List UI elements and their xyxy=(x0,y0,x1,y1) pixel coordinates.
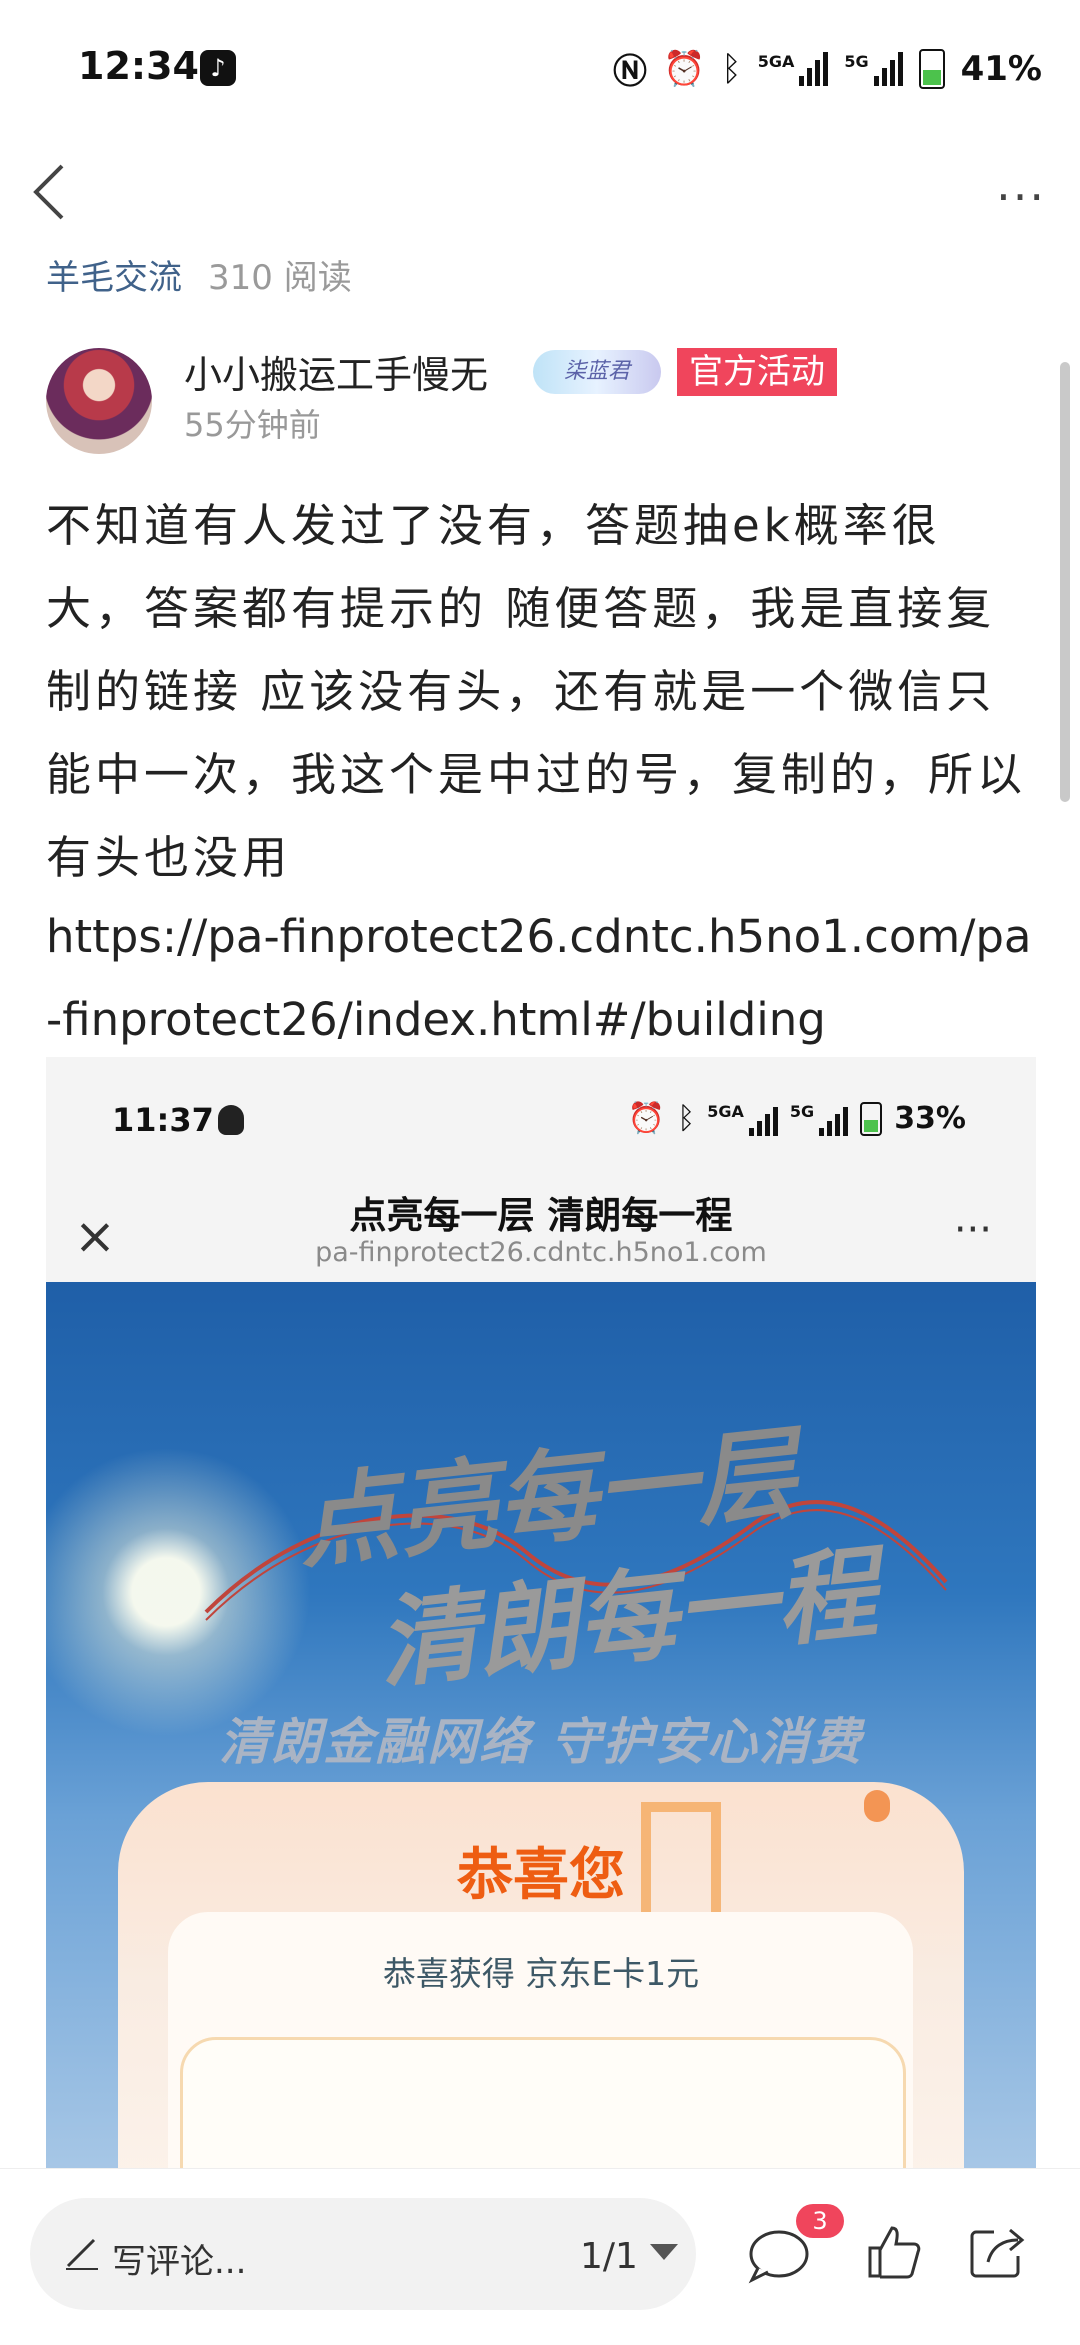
battery-icon xyxy=(918,48,945,89)
balloon-icon xyxy=(864,1790,890,1822)
prize-card-title: 恭喜您 xyxy=(457,1843,625,1908)
post-time: 55分钟前 xyxy=(184,406,321,444)
comment-count-badge: 3 xyxy=(796,2204,844,2238)
signal-icon: 5GA xyxy=(707,1102,778,1136)
alarm-icon: ⏰ xyxy=(662,48,706,89)
post-body: 不知道有人发过了没有，答题抽ek概率很大，答案都有提示的 随便答题，我是直接复制… xyxy=(46,499,1027,884)
embedded-screenshot[interactable]: 11:37 ⏰ ᛒ 5GA 5G 33% × 点亮每一层 清朗每一程 pa-fi… xyxy=(46,1057,1036,2170)
caret-down-icon[interactable] xyxy=(650,2244,678,2260)
comment-placeholder[interactable]: 写评论... xyxy=(112,2234,246,2283)
embedded-time: 11:37 xyxy=(112,1101,214,1139)
embedded-hero: 点亮每一层 清朗每一程 清朗金融网络 守护安心消费 恭喜您 恭喜获得 京东E卡1… xyxy=(46,1282,1036,2170)
more-options-icon[interactable]: ··· xyxy=(996,170,1046,224)
pen-icon xyxy=(66,2238,98,2270)
embedded-status-icons: ⏰ ᛒ 5GA 5G 33% xyxy=(628,1101,966,1136)
channel-link[interactable]: 羊毛交流 xyxy=(46,258,182,292)
official-activity-tag: 官方活动 xyxy=(677,348,837,396)
embedded-url: pa-finprotect26.cdntc.h5no1.com xyxy=(315,1237,767,1268)
network-label: 5GA xyxy=(707,1101,744,1121)
tiktok-icon: ♪ xyxy=(200,50,236,86)
thumbs-up-icon[interactable] xyxy=(866,2222,922,2282)
status-icons: Ⓝ ⏰ ᛒ 5GA 5G 41% xyxy=(613,44,1042,93)
battery-icon xyxy=(860,1101,883,1136)
alarm-icon: ⏰ xyxy=(627,1101,666,1136)
embedded-status-bar: 11:37 ⏰ ᛒ 5GA 5G 33% xyxy=(46,1057,1036,1177)
share-icon[interactable] xyxy=(968,2224,1026,2280)
bluetooth-icon: ᛒ xyxy=(721,48,742,89)
signal-icon: 5G xyxy=(789,1101,849,1136)
post-link[interactable]: https://pa-finprotect26.cdntc.h5no1.com/… xyxy=(46,895,1038,1061)
network-label: 5G xyxy=(789,1101,815,1121)
embedded-battery-percent: 33% xyxy=(894,1101,966,1136)
nfc-icon: Ⓝ xyxy=(612,52,647,92)
author-badge: 柒蓝君 xyxy=(533,350,661,394)
qq-icon xyxy=(218,1105,244,1135)
signal-icon: 5GA xyxy=(757,51,829,86)
more-icon: ··· xyxy=(953,1207,992,1253)
network-label: 5G xyxy=(844,51,869,71)
embedded-page-title: 点亮每一层 清朗每一程 xyxy=(349,1194,733,1237)
author-name[interactable]: 小小搬运工手慢无 xyxy=(184,344,488,399)
hero-subtitle: 清朗金融网络 守护安心消费 xyxy=(219,1713,863,1771)
status-time: 12:34 xyxy=(78,44,199,88)
battery-percent: 41% xyxy=(960,48,1042,89)
scrollbar[interactable] xyxy=(1060,362,1070,802)
back-icon[interactable] xyxy=(26,160,76,224)
page-indicator[interactable]: 1/1 xyxy=(580,2236,638,2277)
signal-icon: 5G xyxy=(844,51,903,86)
post-meta: 羊毛交流 310 阅读 xyxy=(46,250,352,292)
avatar[interactable] xyxy=(46,348,152,454)
prize-box xyxy=(180,2037,906,2170)
prize-message: 恭喜获得 京东E卡1元 xyxy=(382,1954,700,1993)
bluetooth-icon: ᛒ xyxy=(677,1101,696,1136)
network-label: 5GA xyxy=(757,51,795,71)
read-count: 310 阅读 xyxy=(208,258,352,292)
status-bar: 12:34 ♪ Ⓝ ⏰ ᛒ 5GA 5G 41% xyxy=(0,0,1080,140)
